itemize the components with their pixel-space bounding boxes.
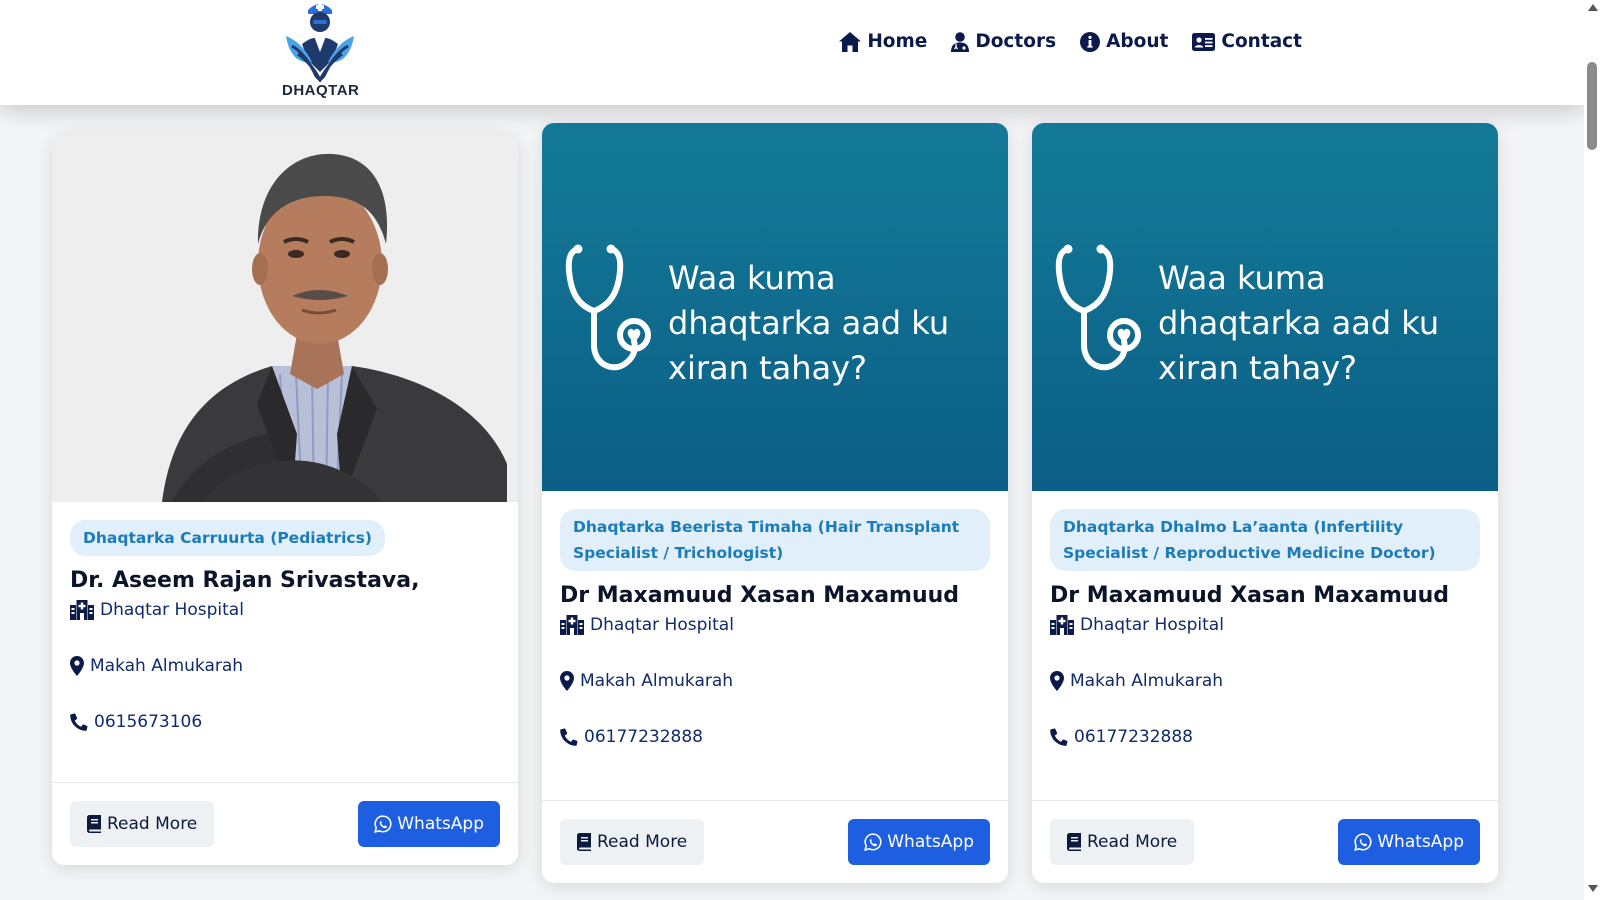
phone-number: 0615673106 [94,712,203,732]
whatsapp-icon [1354,833,1372,851]
hospital-name: Dhaqtar Hospital [590,615,734,635]
whatsapp-label: WhatsApp [1377,832,1464,852]
location-info: Makah Almukarah [1050,669,1480,693]
banner-text: Waa kuma dhaqtarka aad ku xiran tahay? [668,259,950,387]
whatsapp-label: WhatsApp [887,832,974,852]
read-more-label: Read More [107,814,198,834]
location-text: Makah Almukarah [1070,671,1224,691]
doctor-placeholder-banner: Waa kuma dhaqtarka aad ku xiran tahay? [1032,123,1498,491]
whatsapp-button[interactable]: WhatsApp [848,819,990,865]
hospital-info: Dhaqtar Hospital [1050,613,1480,637]
location-info: Makah Almukarah [560,669,990,693]
book-icon [577,833,591,851]
stethoscope-icon [564,241,654,381]
doctor-placeholder-banner: Waa kuma dhaqtarka aad ku xiran tahay? [542,123,1008,491]
specialty-badge: Dhaqtarka Beerista Timaha (Hair Transpla… [560,509,990,571]
location-text: Makah Almukarah [580,671,734,691]
read-more-label: Read More [1087,832,1178,852]
stethoscope-icon [1054,241,1144,381]
scroll-up-arrow-icon[interactable] [1588,4,1598,11]
scroll-thumb[interactable] [1587,62,1597,150]
site-header: DHAQTAR Home Doctors About Contact [0,0,1584,105]
book-icon [1067,833,1081,851]
location-info: Makah Almukarah [70,654,500,678]
hospital-icon [70,600,94,620]
phone-icon [1050,728,1068,746]
nav-about[interactable]: About [1080,31,1168,52]
specialty-badge: Dhaqtarka Carruurta (Pediatrics) [70,520,385,556]
doctor-photo [52,134,518,502]
whatsapp-icon [864,833,882,851]
doctor-icon [951,31,970,52]
doctor-name: Dr Maxamuud Xasan Maxamuud [1050,583,1450,608]
nav-home-label: Home [867,31,928,52]
scroll-down-arrow-icon[interactable] [1588,885,1598,892]
card-footer: Read More WhatsApp [52,782,518,865]
location-pin-icon [1050,671,1064,691]
phone-info: 06177232888 [1050,725,1480,749]
doctor-card: Waa kuma dhaqtarka aad ku xiran tahay? D… [542,123,1008,883]
nav-contact[interactable]: Contact [1192,31,1302,52]
phone-info: 06177232888 [560,725,990,749]
doctor-name: Dr Maxamuud Xasan Maxamuud [560,583,960,608]
hospital-info: Dhaqtar Hospital [70,598,500,622]
hospital-name: Dhaqtar Hospital [100,600,244,620]
nav-doctors[interactable]: Doctors [951,31,1056,52]
phone-icon [560,728,578,746]
phone-info: 0615673106 [70,710,500,734]
card-body: Dhaqtarka Beerista Timaha (Hair Transpla… [542,491,1008,749]
nav-about-label: About [1106,31,1169,52]
nav-home[interactable]: Home [839,31,927,52]
hospital-icon [560,615,584,635]
doctor-card: Waa kuma dhaqtarka aad ku xiran tahay? D… [1032,123,1498,883]
hospital-name: Dhaqtar Hospital [1080,615,1224,635]
phone-number: 06177232888 [1074,727,1193,747]
read-more-button[interactable]: Read More [560,819,705,865]
card-body: Dhaqtarka Dhalmo La’aanta (Infertility S… [1032,491,1498,749]
dhaqtar-logo[interactable]: DHAQTAR [282,0,360,102]
nav-contact-label: Contact [1221,31,1302,52]
banner-text: Waa kuma dhaqtarka aad ku xiran tahay? [1158,259,1440,387]
hospital-info: Dhaqtar Hospital [560,613,990,637]
phone-number: 06177232888 [584,727,703,747]
location-text: Makah Almukarah [90,656,244,676]
doctor-card: Dhaqtarka Carruurta (Pediatrics) Dr. Ase… [52,134,518,865]
doctor-logo-icon [286,3,354,82]
read-more-button[interactable]: Read More [70,801,215,847]
whatsapp-button[interactable]: WhatsApp [1338,819,1480,865]
contact-card-icon [1192,32,1216,51]
read-more-label: Read More [597,832,688,852]
book-icon [87,815,101,833]
doctor-name: Dr. Aseem Rajan Srivastava, [70,568,420,593]
nav-doctors-label: Doctors [975,31,1057,52]
whatsapp-icon [374,815,392,833]
read-more-button[interactable]: Read More [1050,819,1195,865]
phone-icon [70,713,88,731]
main-nav: Home Doctors About Contact [839,31,1302,52]
home-icon [839,31,862,52]
whatsapp-label: WhatsApp [397,814,484,834]
card-body: Dhaqtarka Carruurta (Pediatrics) Dr. Ase… [52,502,518,734]
page-scrollbar[interactable] [1584,0,1600,900]
card-footer: Read More WhatsApp [1032,800,1498,883]
logo-text: DHAQTAR [282,82,360,99]
location-pin-icon [70,656,84,676]
hospital-icon [1050,615,1074,635]
whatsapp-button[interactable]: WhatsApp [358,801,500,847]
doctor-portrait-image [52,134,518,502]
specialty-badge: Dhaqtarka Dhalmo La’aanta (Infertility S… [1050,509,1480,571]
location-pin-icon [560,671,574,691]
card-footer: Read More WhatsApp [542,800,1008,883]
info-icon [1080,31,1101,52]
